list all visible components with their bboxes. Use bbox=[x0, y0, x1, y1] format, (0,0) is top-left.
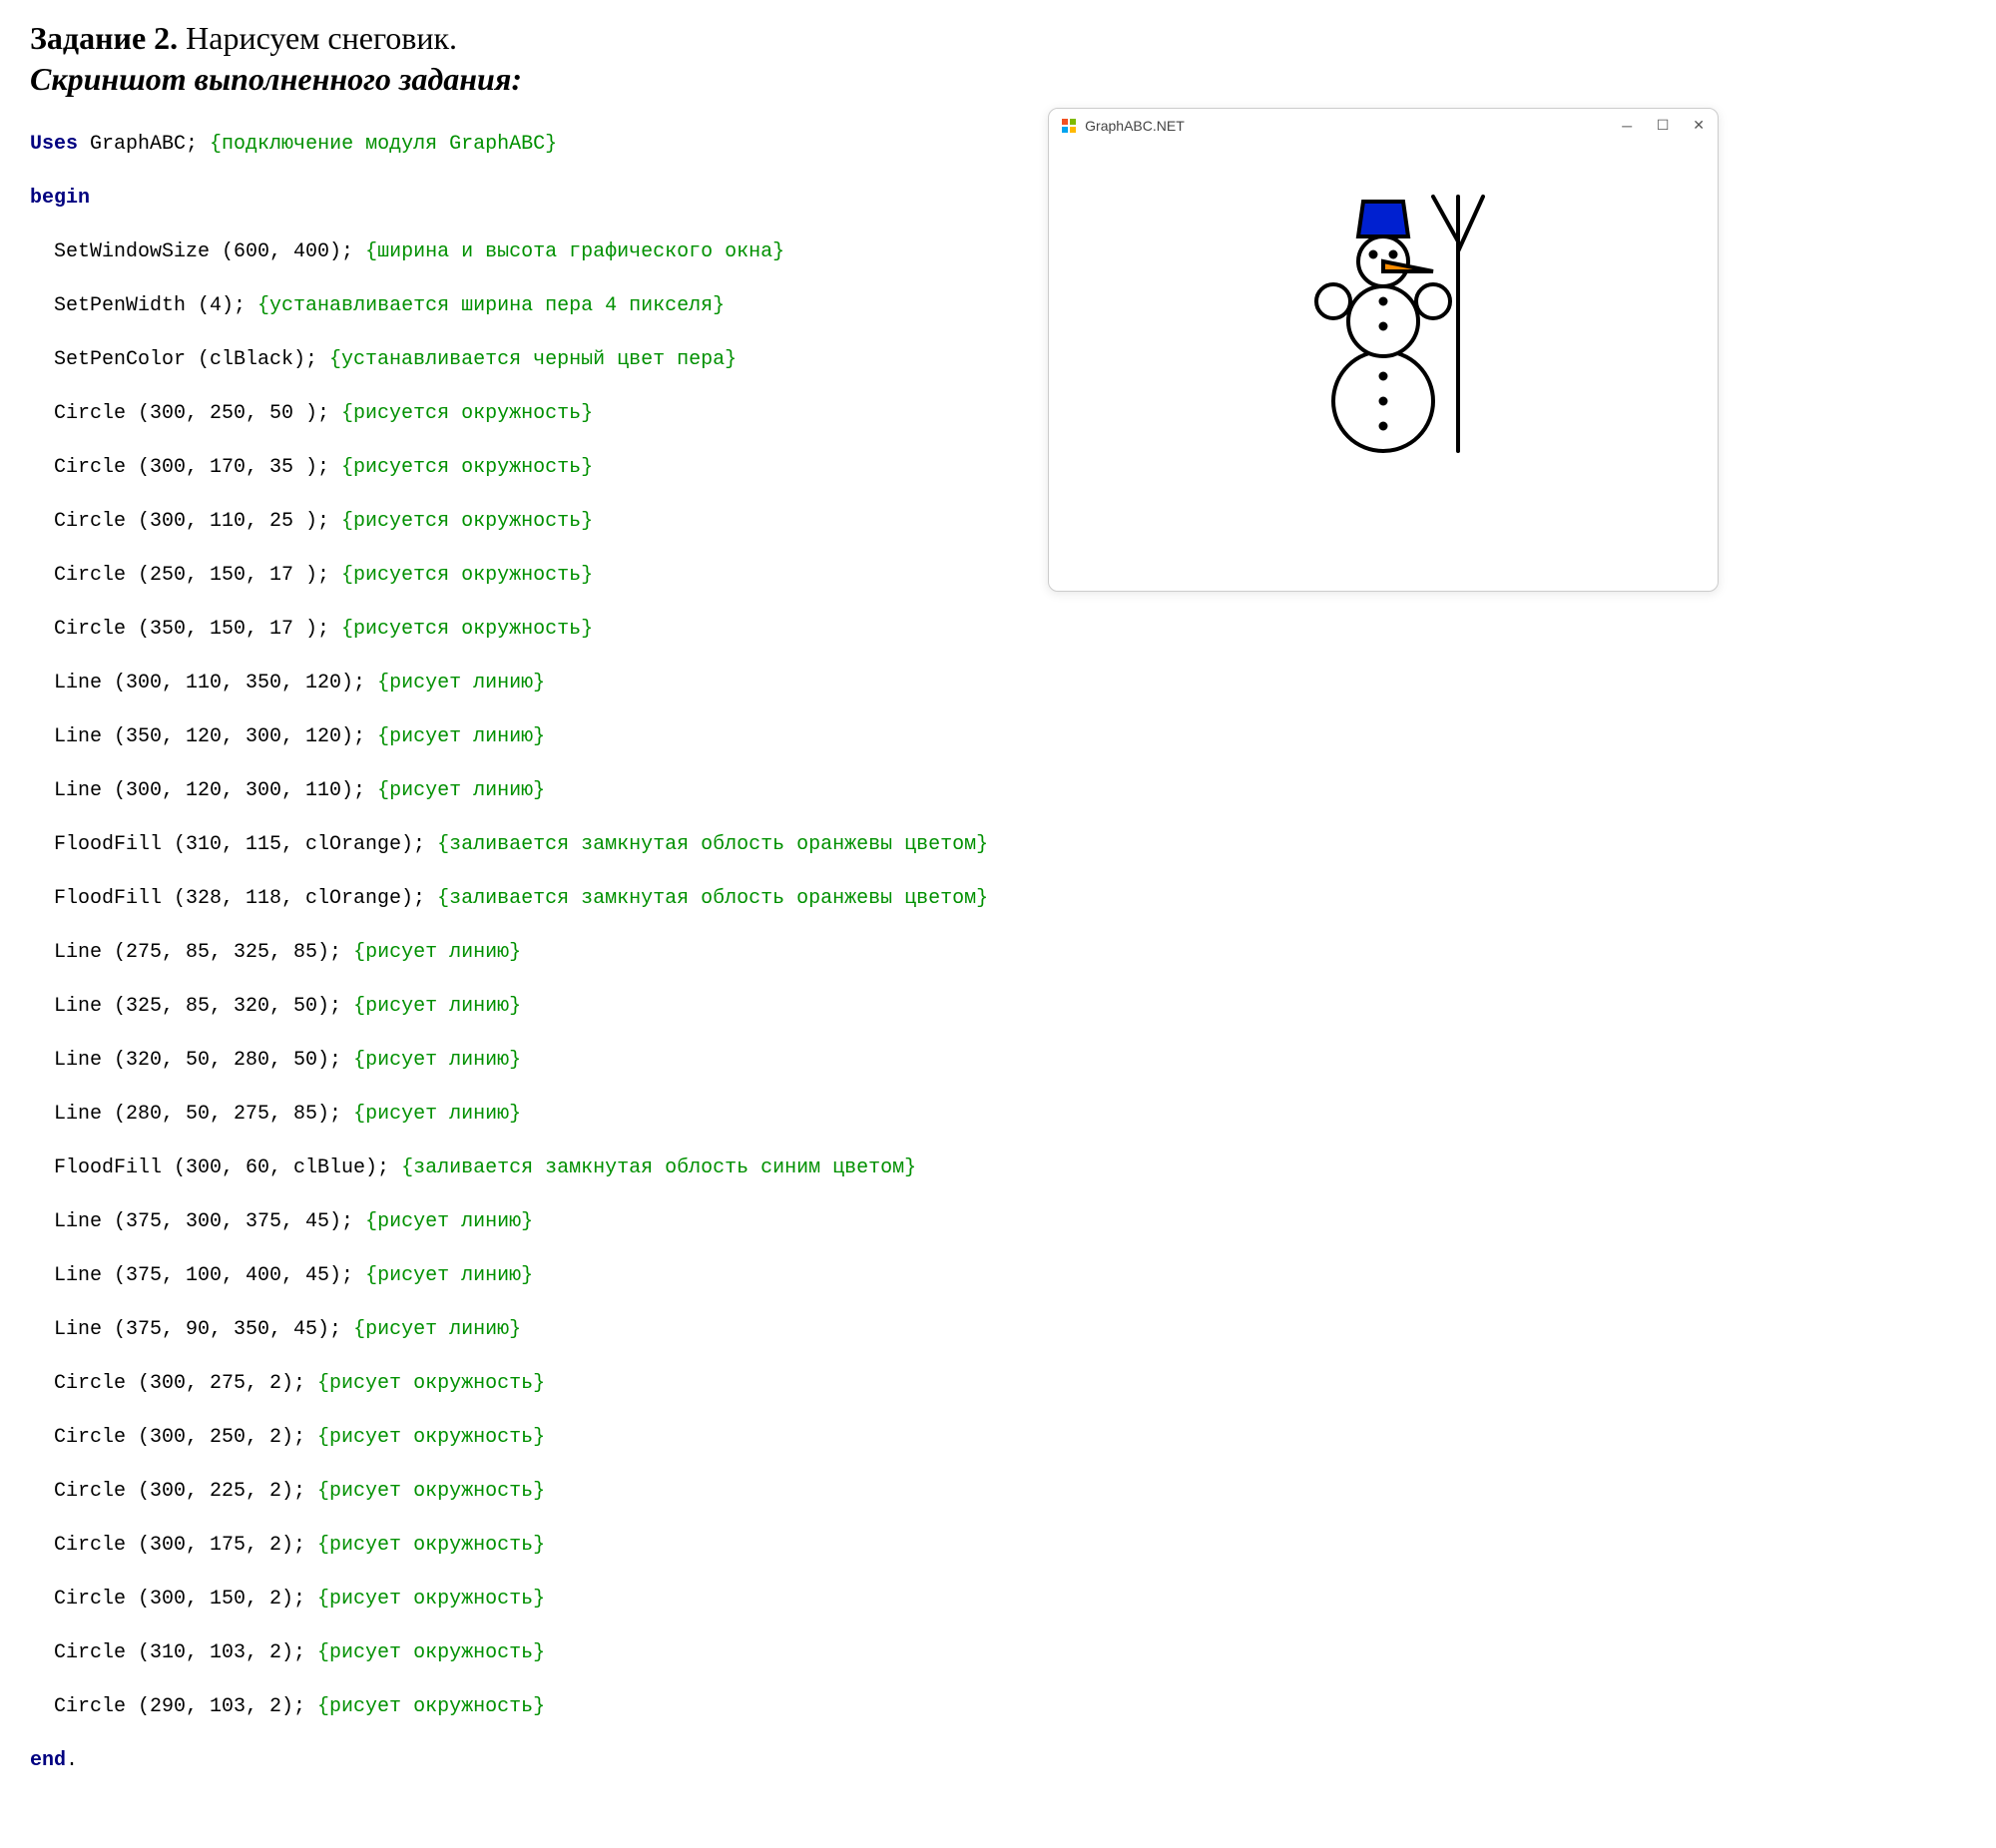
code-text: Circle (300, 225, 2); bbox=[54, 1480, 317, 1503]
code-text: Line (350, 120, 300, 120); bbox=[54, 725, 377, 748]
code-comment: {рисуется окружность} bbox=[341, 510, 593, 533]
code-comment: {подключение модуля GraphABC} bbox=[210, 133, 557, 156]
output-window: GraphABC.NET ─ ☐ ✕ bbox=[1048, 108, 1719, 592]
code-text: Circle (300, 150, 2); bbox=[54, 1588, 317, 1611]
maximize-icon[interactable]: ☐ bbox=[1656, 117, 1670, 134]
code-comment: {заливается замкнутая облость синим цвет… bbox=[401, 1156, 916, 1179]
code-comment: {заливается замкнутая облость оранжевы ц… bbox=[437, 887, 988, 910]
code-text: Circle (310, 103, 2); bbox=[54, 1641, 317, 1664]
code-text: Circle (350, 150, 17 ); bbox=[54, 618, 341, 641]
code-comment: {рисуется окружность} bbox=[341, 618, 593, 641]
code-comment: {рисует окружность} bbox=[317, 1480, 545, 1503]
code-text: Circle (300, 175, 2); bbox=[54, 1534, 317, 1557]
code-comment: {рисуется окружность} bbox=[341, 402, 593, 425]
minimize-icon[interactable]: ─ bbox=[1620, 118, 1634, 134]
code-comment: {рисует линию} bbox=[365, 1264, 533, 1287]
code-comment: {ширина и высота графического окна} bbox=[365, 240, 784, 263]
code-comment: {рисует линию} bbox=[353, 1318, 521, 1341]
code-text: Line (300, 120, 300, 110); bbox=[54, 779, 377, 802]
code-comment: {рисует линию} bbox=[353, 1103, 521, 1126]
code-text: Circle (250, 150, 17 ); bbox=[54, 564, 341, 587]
code-comment: {рисует окружность} bbox=[317, 1588, 545, 1611]
code-comment: {рисует окружность} bbox=[317, 1695, 545, 1718]
code-text: SetPenColor (clBlack); bbox=[54, 348, 329, 371]
heading-rest: Нарисуем снеговик. bbox=[178, 20, 457, 56]
heading-bold: Задание 2. bbox=[30, 20, 178, 56]
code-text: Circle (300, 275, 2); bbox=[54, 1372, 317, 1395]
code-comment: {рисует линию} bbox=[377, 779, 545, 802]
code-text: Line (300, 110, 350, 120); bbox=[54, 672, 377, 694]
code-text: Circle (300, 250, 50 ); bbox=[54, 402, 341, 425]
code-text: Line (275, 85, 325, 85); bbox=[54, 941, 353, 964]
code-text: SetWindowSize (600, 400); bbox=[54, 240, 365, 263]
code-text: Line (320, 50, 280, 50); bbox=[54, 1049, 353, 1072]
window-controls: ─ ☐ ✕ bbox=[1620, 117, 1706, 134]
code-comment: {рисует линию} bbox=[377, 672, 545, 694]
code-comment: {рисует линию} bbox=[353, 941, 521, 964]
code-kw: end bbox=[30, 1749, 66, 1772]
code-comment: {рисует окружность} bbox=[317, 1372, 545, 1395]
code-comment: {рисует линию} bbox=[377, 725, 545, 748]
code-text: Line (325, 85, 320, 50); bbox=[54, 995, 353, 1018]
code-comment: {рисует окружность} bbox=[317, 1534, 545, 1557]
code-comment: {рисует линию} bbox=[353, 1049, 521, 1072]
code-text: . bbox=[66, 1749, 78, 1772]
code-text: FloodFill (310, 115, clOrange); bbox=[54, 833, 437, 856]
code-text: Line (280, 50, 275, 85); bbox=[54, 1103, 353, 1126]
code-comment: {устанавливается черный цвет пера} bbox=[329, 348, 737, 371]
code-text: Circle (290, 103, 2); bbox=[54, 1695, 317, 1718]
code-comment: {рисует линию} bbox=[353, 995, 521, 1018]
code-text: Line (375, 90, 350, 45); bbox=[54, 1318, 353, 1341]
window-title: GraphABC.NET bbox=[1085, 118, 1620, 134]
code-text: FloodFill (300, 60, clBlue); bbox=[54, 1156, 401, 1179]
code-text: FloodFill (328, 118, clOrange); bbox=[54, 887, 437, 910]
code-text: Line (375, 100, 400, 45); bbox=[54, 1264, 365, 1287]
code-text: Circle (300, 170, 35 ); bbox=[54, 456, 341, 479]
code-text: GraphABC; bbox=[78, 133, 210, 156]
snowman-drawing bbox=[1084, 152, 1683, 551]
window-titlebar: GraphABC.NET ─ ☐ ✕ bbox=[1049, 109, 1718, 142]
app-icon bbox=[1061, 118, 1077, 134]
code-comment: {заливается замкнутая облость оранжевы ц… bbox=[437, 833, 988, 856]
code-block: Uses GraphABC; {подключение модуля Graph… bbox=[30, 104, 988, 1828]
code-comment: {рисуется окружность} bbox=[341, 456, 593, 479]
close-icon[interactable]: ✕ bbox=[1692, 117, 1706, 134]
code-text: Circle (300, 110, 25 ); bbox=[54, 510, 341, 533]
code-kw: begin bbox=[30, 187, 90, 210]
task-subheading: Скриншот выполненного задания: bbox=[30, 61, 1966, 98]
code-kw: Uses bbox=[30, 133, 78, 156]
code-comment: {рисуется окружность} bbox=[341, 564, 593, 587]
code-comment: {рисует окружность} bbox=[317, 1426, 545, 1449]
code-text: Line (375, 300, 375, 45); bbox=[54, 1210, 365, 1233]
content-row: Uses GraphABC; {подключение модуля Graph… bbox=[30, 104, 1966, 1828]
task-heading: Задание 2. Нарисуем снеговик. bbox=[30, 20, 1966, 57]
code-text: Circle (300, 250, 2); bbox=[54, 1426, 317, 1449]
code-comment: {устанавливается ширина пера 4 пикселя} bbox=[257, 294, 725, 317]
code-comment: {рисует окружность} bbox=[317, 1641, 545, 1664]
canvas-area bbox=[1049, 142, 1718, 591]
code-comment: {рисует линию} bbox=[365, 1210, 533, 1233]
code-text: SetPenWidth (4); bbox=[54, 294, 257, 317]
